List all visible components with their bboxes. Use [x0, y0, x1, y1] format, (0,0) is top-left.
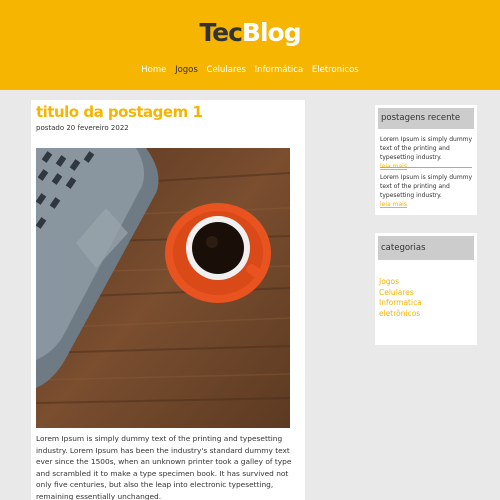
categories-widget: categorias Jogos Celulares Informatica e…	[375, 233, 477, 345]
recent-posts-widget: postagens recente Lorem Ipsum is simply …	[375, 105, 477, 215]
category-link-informatica[interactable]: Informatica	[379, 298, 422, 309]
post-title[interactable]: titulo da postagem 1	[36, 103, 203, 121]
recent-post-item: Lorem Ipsum is simply dummy text of the …	[380, 135, 475, 171]
nav-link-jogos[interactable]: Jogos	[175, 65, 198, 75]
site-logo[interactable]: TecBlog	[0, 18, 500, 47]
post-body-text: Lorem Ipsum is simply dummy text of the …	[36, 434, 292, 500]
recent-post-item: Lorem Ipsum is simply dummy text of the …	[380, 173, 475, 209]
recent-posts-heading: postagens recente	[378, 108, 474, 129]
nav-link-eletronicos[interactable]: Eletronicos	[312, 65, 359, 75]
category-list: Jogos Celulares Informatica eletrônicos	[379, 277, 422, 319]
logo-part-blog: Blog	[241, 18, 302, 47]
post-date: postado 20 fevereiro 2022	[36, 124, 129, 132]
main-nav: Home Jogos Celulares Informática Eletron…	[0, 65, 500, 75]
category-link-eletronicos[interactable]: eletrônicos	[379, 309, 422, 320]
coffee-laptop-image	[36, 148, 290, 428]
categories-heading: categorias	[378, 236, 474, 260]
recent-post-excerpt: Lorem Ipsum is simply dummy text of the …	[380, 174, 473, 199]
blog-post: titulo da postagem 1 postado 20 fevereir…	[31, 100, 305, 500]
logo-part-tec: Tec	[199, 18, 243, 47]
post-image	[36, 148, 290, 428]
nav-link-informatica[interactable]: Informática	[255, 65, 304, 75]
recent-post-excerpt: Lorem Ipsum is simply dummy text of the …	[380, 136, 473, 161]
site-header: TecBlog Home Jogos Celulares Informática…	[0, 0, 500, 90]
nav-link-home[interactable]: Home	[141, 65, 166, 75]
category-link-jogos[interactable]: Jogos	[379, 277, 422, 288]
category-link-celulares[interactable]: Celulares	[379, 288, 422, 299]
divider	[380, 167, 472, 168]
nav-link-celulares[interactable]: Celulares	[207, 65, 246, 75]
read-more-link[interactable]: leia mais	[380, 201, 407, 208]
